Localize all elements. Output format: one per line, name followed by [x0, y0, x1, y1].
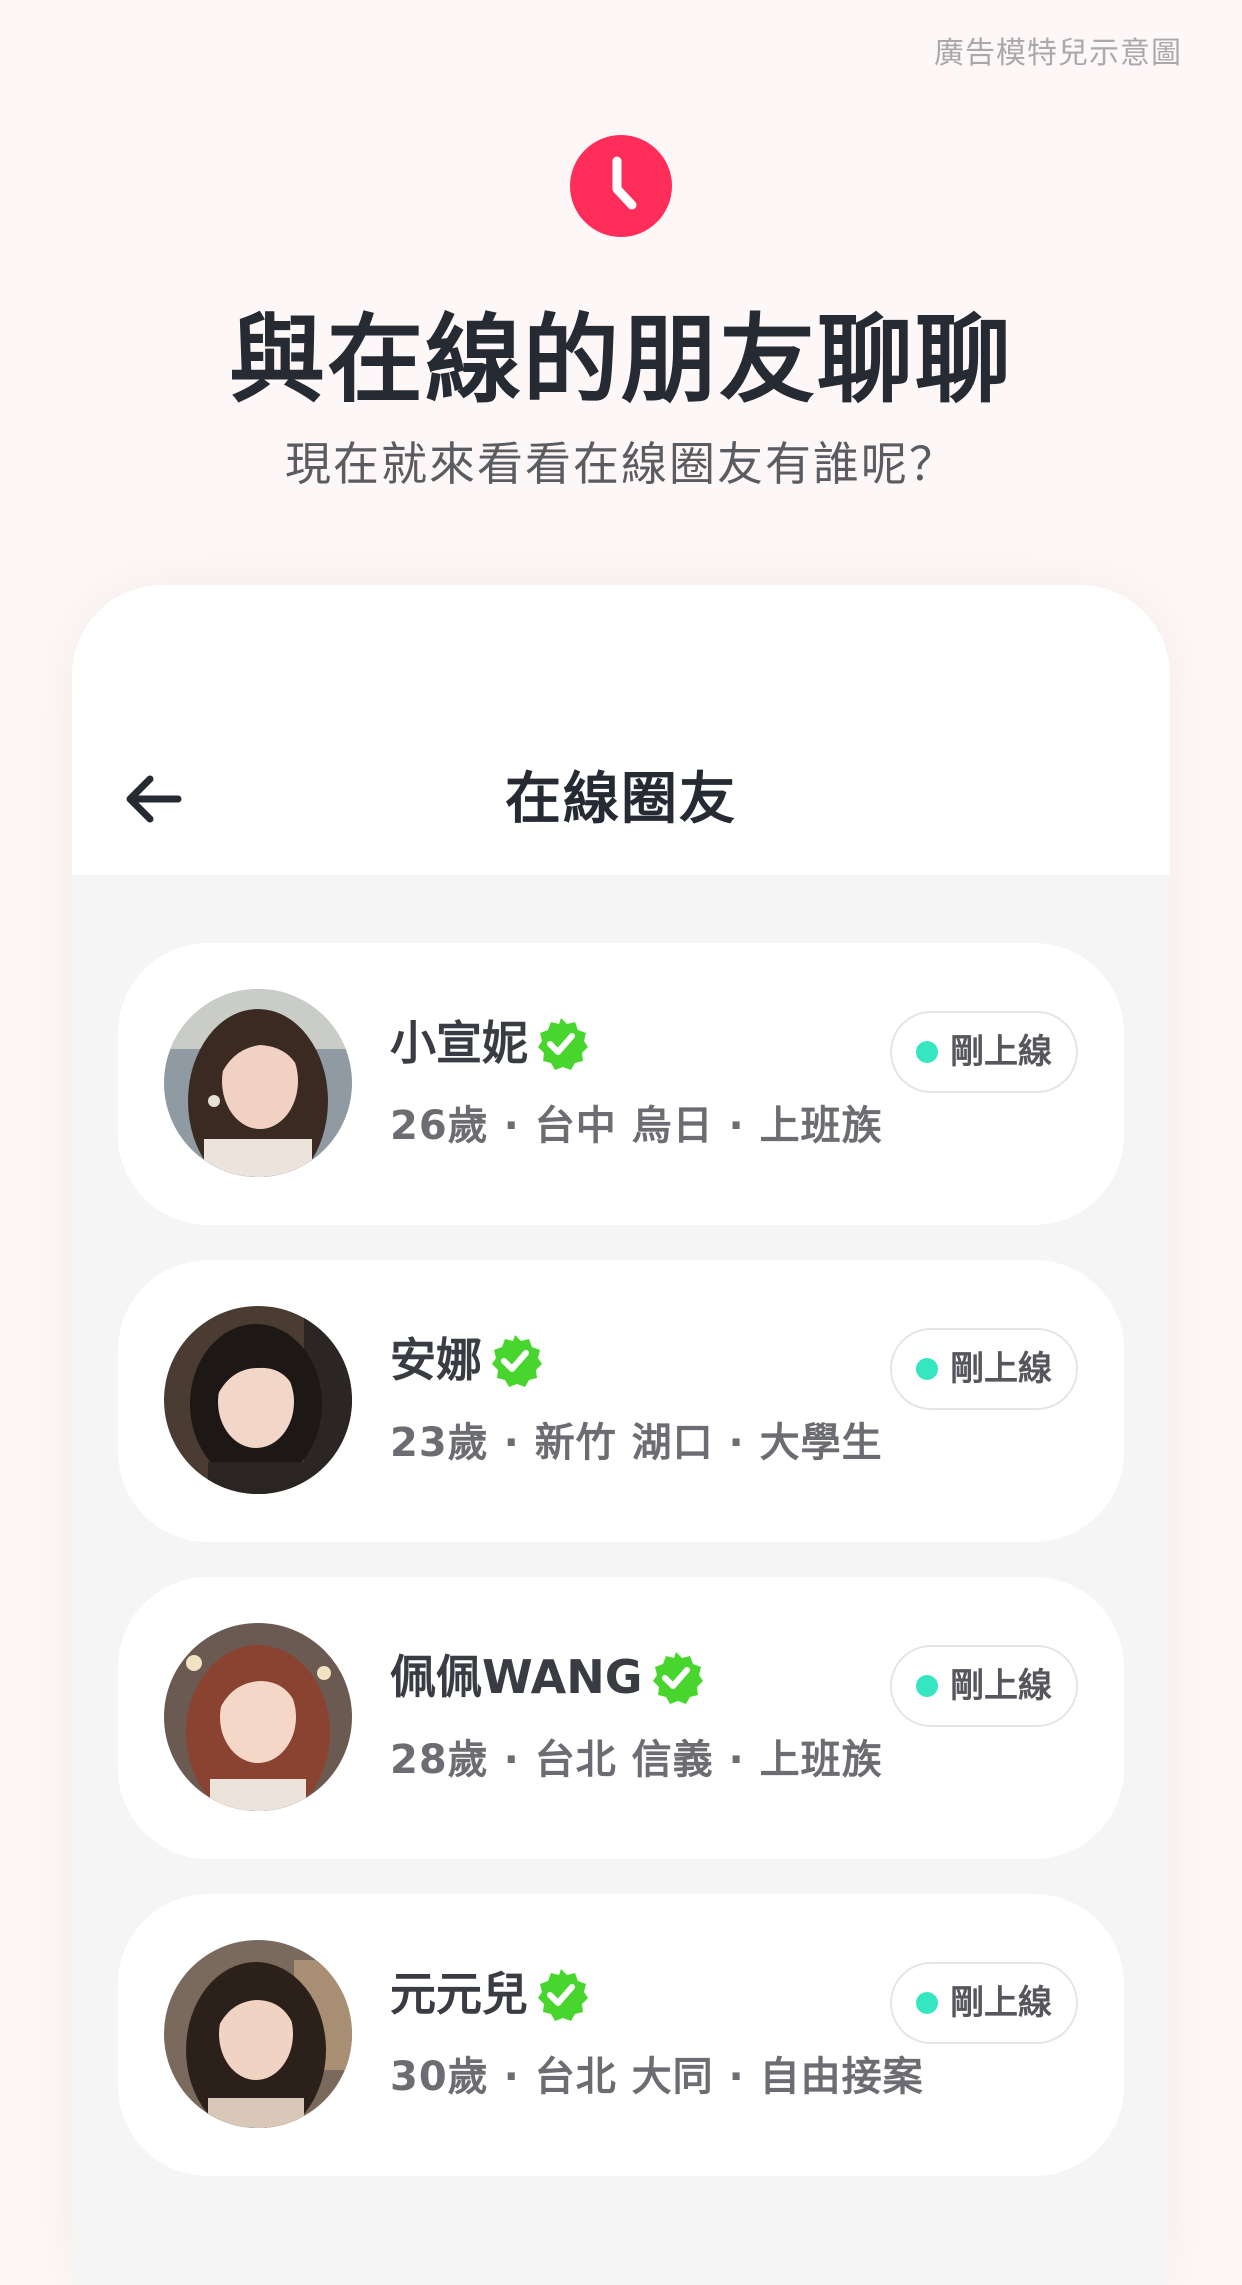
- status-badge: 剛上線: [890, 1645, 1078, 1727]
- user-card[interactable]: 元元兒 30歲 · 台北 大同 · 自由接案 剛上線: [118, 1894, 1124, 2176]
- verified-badge-icon: [538, 1969, 588, 2021]
- user-name: 元元兒: [390, 1967, 528, 2021]
- phone-mockup: 在線圈友 小宣妮 26歲 · 台中 烏日 · 上班族 剛上線 安娜 23歲 · …: [72, 585, 1170, 2285]
- avatar[interactable]: [164, 989, 352, 1177]
- name-row: 元元兒: [390, 1964, 588, 2024]
- name-row: 小宣妮: [390, 1013, 588, 1073]
- avatar[interactable]: [164, 1623, 352, 1811]
- screen-title: 在線圈友: [505, 767, 737, 832]
- name-row: 佩佩WANG: [390, 1647, 703, 1707]
- status-label: 剛上線: [950, 1983, 1052, 2023]
- status-label: 剛上線: [950, 1349, 1052, 1389]
- status-label: 剛上線: [950, 1032, 1052, 1072]
- verified-badge-icon: [492, 1335, 542, 1387]
- name-row: 安娜: [390, 1330, 542, 1390]
- online-dot-icon: [916, 1358, 938, 1380]
- model-disclaimer: 廣告模特兒示意圖: [934, 36, 1182, 71]
- avatar[interactable]: [164, 1306, 352, 1494]
- page-title: 與在線的朋友聊聊: [229, 304, 1013, 416]
- avatar[interactable]: [164, 1940, 352, 2128]
- user-meta: 26歲 · 台中 烏日 · 上班族: [390, 1103, 883, 1149]
- user-card[interactable]: 小宣妮 26歲 · 台中 烏日 · 上班族 剛上線: [118, 943, 1124, 1225]
- user-name: 小宣妮: [390, 1016, 528, 1070]
- status-label: 剛上線: [950, 1666, 1052, 1706]
- user-card[interactable]: 佩佩WANG 28歲 · 台北 信義 · 上班族 剛上線: [118, 1577, 1124, 1859]
- status-badge: 剛上線: [890, 1328, 1078, 1410]
- user-name: 安娜: [390, 1333, 482, 1387]
- clock-icon: [570, 135, 672, 237]
- page-subtitle: 現在就來看看在線圈友有誰呢？: [285, 437, 957, 491]
- user-name: 佩佩WANG: [390, 1650, 643, 1704]
- verified-badge-icon: [652, 1652, 703, 1704]
- screen-header: 在線圈友: [72, 585, 1170, 875]
- online-dot-icon: [916, 1992, 938, 2014]
- user-meta: 28歲 · 台北 信義 · 上班族: [390, 1737, 883, 1783]
- status-badge: 剛上線: [890, 1962, 1078, 2044]
- online-dot-icon: [916, 1041, 938, 1063]
- status-badge: 剛上線: [890, 1011, 1078, 1093]
- online-dot-icon: [916, 1675, 938, 1697]
- user-meta: 23歲 · 新竹 湖口 · 大學生: [390, 1420, 883, 1466]
- verified-badge-icon: [538, 1018, 588, 1070]
- user-card[interactable]: 安娜 23歲 · 新竹 湖口 · 大學生 剛上線: [118, 1260, 1124, 1542]
- user-meta: 30歲 · 台北 大同 · 自由接案: [390, 2054, 924, 2100]
